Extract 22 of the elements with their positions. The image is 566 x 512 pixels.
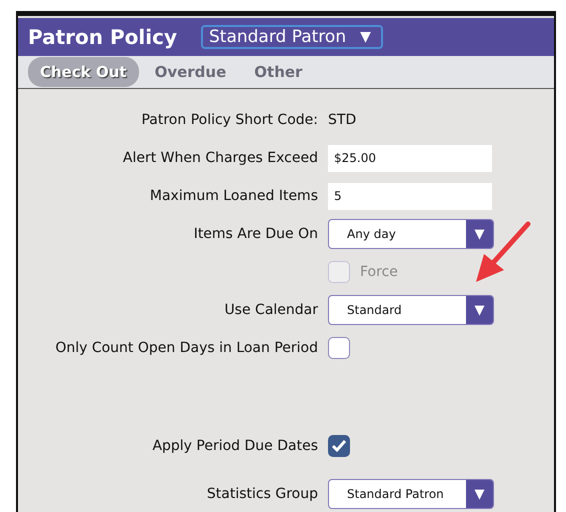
field-label: Items Are Due On [194,226,318,242]
tab[interactable]: Overdue [142,57,238,87]
short-code: STD [328,112,356,128]
window-title: Patron Policy [28,25,177,49]
policy-dropdown[interactable]: Standard Patron ▼ [200,25,383,49]
dropdown[interactable]: Standard ▼ [328,295,494,325]
dropdown[interactable]: Standard Patron ▼ [328,479,494,509]
field-label: Alert When Charges Exceed [122,150,318,166]
input-field[interactable]: $25.00 [328,144,492,172]
checkbox[interactable] [328,337,350,359]
field-label: Apply Period Due Dates [152,438,318,454]
input-field[interactable]: 5 [328,182,492,210]
field-label: Maximum Loaned Items [150,188,318,204]
field-label: Only Count Open Days in Loan Period [55,340,318,356]
field-label: Statistics Group [206,486,318,502]
field-label: Patron Policy Short Code: [141,112,318,128]
checkbox-label: Force [360,264,398,280]
check-icon [331,439,347,453]
tab[interactable]: Other [242,57,314,87]
checkbox[interactable] [328,435,350,457]
field-label: Use Calendar [224,302,318,318]
dropdown[interactable]: Any day ▼ [328,219,494,249]
